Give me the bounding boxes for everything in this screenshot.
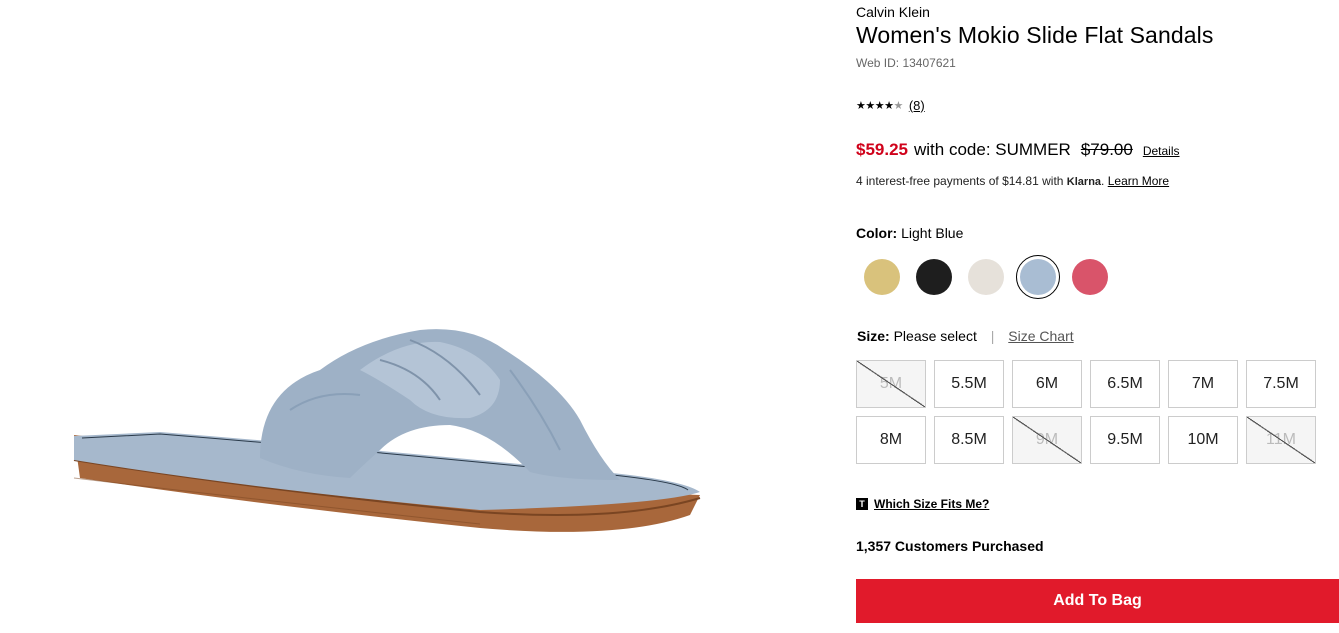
review-count-link[interactable]: (8) (909, 98, 925, 113)
which-size-fits-link[interactable]: Which Size Fits Me? (874, 497, 989, 511)
swatch-dot (968, 259, 1004, 295)
size-option[interactable]: 7M (1168, 360, 1238, 408)
product-title: Women's Mokio Slide Flat Sandals (856, 22, 1214, 48)
size-value: Please select (893, 328, 977, 344)
size-option[interactable]: 10M (1168, 416, 1238, 464)
size-label-title: Size: (857, 328, 890, 344)
learn-more-link[interactable]: Learn More (1108, 174, 1169, 188)
installments-info: 4 interest-free payments of $14.81 with … (856, 174, 1169, 188)
size-option[interactable]: 11M (1246, 416, 1316, 464)
size-option[interactable]: 6M (1012, 360, 1082, 408)
original-price: $79.00 (1080, 140, 1133, 159)
true-fit-icon: T (856, 498, 868, 510)
customers-purchased: 1,357 Customers Purchased (856, 538, 1044, 554)
promo-code: with code: SUMMER (914, 140, 1071, 159)
size-option[interactable]: 7.5M (1246, 360, 1316, 408)
swatch-gold[interactable] (860, 255, 904, 299)
swatch-dot (916, 259, 952, 295)
sandal-illustration (73, 329, 701, 532)
web-id: Web ID: 13407621 (856, 56, 956, 70)
product-image[interactable] (0, 0, 760, 633)
swatch-pink[interactable] (1068, 255, 1112, 299)
price-row: $59.25 with code: SUMMER $79.00 Details (856, 140, 1180, 160)
star-rating-icon: ★★★★★ (856, 99, 903, 112)
rating[interactable]: ★★★★★ (8) (856, 98, 925, 113)
size-option[interactable]: 5.5M (934, 360, 1004, 408)
color-swatches (860, 255, 1112, 299)
size-option[interactable]: 6.5M (1090, 360, 1160, 408)
color-label: Color: Light Blue (856, 225, 963, 241)
swatch-light-blue[interactable] (1016, 255, 1060, 299)
klarna-logo: Klarna (1066, 176, 1102, 188)
size-option[interactable]: 9.5M (1090, 416, 1160, 464)
swatch-black[interactable] (912, 255, 956, 299)
size-option[interactable]: 8M (856, 416, 926, 464)
installments-punct: . (1101, 174, 1105, 188)
size-separator: | (990, 328, 995, 344)
stars-filled: ★★★★ (856, 100, 894, 112)
swatch-cream[interactable] (964, 255, 1008, 299)
swatch-dot (1020, 259, 1056, 295)
size-option[interactable]: 9M (1012, 416, 1082, 464)
size-fit-row[interactable]: T Which Size Fits Me? (856, 497, 989, 511)
color-label-title: Color: (856, 225, 898, 241)
size-label: Size: Please select | Size Chart (857, 328, 1074, 344)
size-option[interactable]: 5M (856, 360, 926, 408)
size-grid: 5M 5.5M 6M 6.5M 7M 7.5M 8M 8.5M 9M 9.5M … (856, 360, 1316, 464)
size-chart-link[interactable]: Size Chart (1008, 328, 1073, 344)
sale-price: $59.25 (856, 140, 908, 159)
add-to-bag-button[interactable]: Add To Bag (856, 579, 1339, 623)
swatch-dot (1072, 259, 1108, 295)
size-option[interactable]: 8.5M (934, 416, 1004, 464)
stars-empty: ★ (893, 100, 903, 112)
details-link[interactable]: Details (1143, 144, 1180, 158)
brand-link[interactable]: Calvin Klein (856, 4, 930, 20)
installments-text: 4 interest-free payments of $14.81 with (856, 174, 1064, 188)
swatch-dot (864, 259, 900, 295)
selected-color: Light Blue (901, 225, 964, 241)
